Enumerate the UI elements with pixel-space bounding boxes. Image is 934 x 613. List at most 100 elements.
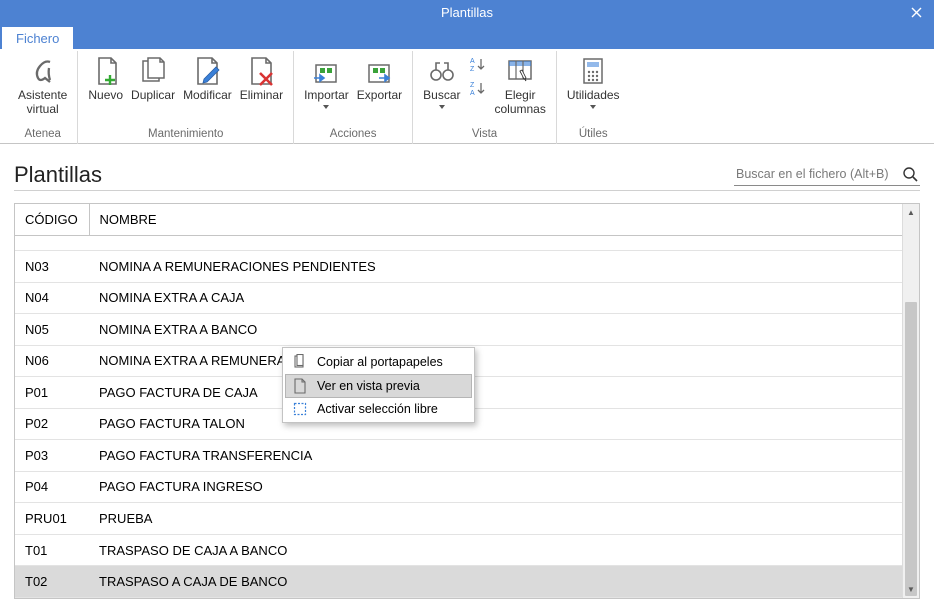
ctx-free-selection[interactable]: Activar selección libre: [285, 398, 472, 420]
cell-codigo: N04: [15, 282, 89, 314]
assistant-label: Asistente virtual: [18, 89, 67, 117]
sort-asc-button[interactable]: A Z: [467, 53, 489, 75]
buscar-button[interactable]: Buscar: [419, 51, 464, 123]
cell-codigo: T01: [15, 534, 89, 566]
ctx-item-label: Activar selección libre: [317, 402, 438, 416]
modificar-button[interactable]: Modificar: [179, 51, 236, 123]
ribbon-group-vista: Buscar A Z Z A: [413, 51, 557, 144]
table-row[interactable]: P03PAGO FACTURA TRANSFERENCIA: [15, 440, 902, 472]
nuevo-button[interactable]: Nuevo: [84, 51, 127, 123]
search-input[interactable]: [734, 166, 894, 182]
cell-codigo: P03: [15, 440, 89, 472]
ribbon-group-utiles: Utilidades Útiles: [557, 51, 630, 144]
cell-codigo: PRU01: [15, 503, 89, 535]
cell-codigo: T02: [15, 566, 89, 598]
table-row[interactable]: T01TRASPASO DE CAJA A BANCO: [15, 534, 902, 566]
scrollbar-thumb[interactable]: [905, 302, 917, 596]
svg-text:A: A: [470, 90, 475, 96]
svg-text:Z: Z: [470, 66, 475, 72]
svg-text:A: A: [470, 58, 475, 65]
duplicate-icon: [138, 53, 168, 89]
calculator-icon: [580, 53, 606, 89]
assistant-button[interactable]: Asistente virtual: [14, 51, 71, 123]
dropdown-icon: [323, 105, 329, 109]
cell-nombre: PAGO FACTURA TRANSFERENCIA: [89, 440, 902, 472]
export-icon: [365, 53, 393, 89]
context-menu: Copiar al portapapeles Ver en vista prev…: [282, 347, 475, 423]
ctx-item-label: Copiar al portapapeles: [317, 355, 443, 369]
table-row[interactable]: N05NOMINA EXTRA A BANCO: [15, 314, 902, 346]
scroll-down-icon: ▼: [903, 581, 919, 598]
cell-codigo: P01: [15, 377, 89, 409]
group-label-atenea: Atenea: [24, 126, 60, 144]
cell-codigo: N03: [15, 251, 89, 283]
table-row[interactable]: N03NOMINA A REMUNERACIONES PENDIENTES: [15, 251, 902, 283]
delete-doc-icon: [246, 53, 276, 89]
svg-text:Z: Z: [470, 82, 475, 89]
cell-nombre: NOMINA EXTRA A BANCO: [89, 314, 902, 346]
importar-button[interactable]: Importar: [300, 51, 353, 123]
utilidades-label: Utilidades: [567, 89, 620, 103]
preview-icon: [291, 378, 309, 394]
ribbon: Asistente virtual Atenea Nuevo: [0, 49, 934, 144]
utilidades-button[interactable]: Utilidades: [563, 51, 624, 123]
cell-codigo: N05: [15, 314, 89, 346]
ctx-preview[interactable]: Ver en vista previa: [285, 374, 472, 398]
duplicar-label: Duplicar: [131, 89, 175, 103]
sort-buttons: A Z Z A: [465, 51, 491, 123]
close-button[interactable]: [898, 0, 934, 24]
title-bar: Plantillas: [0, 0, 934, 24]
alpha-icon: [28, 53, 58, 89]
ribbon-group-acciones: Importar Exportar Acciones: [294, 51, 413, 144]
sort-desc-button[interactable]: Z A: [467, 77, 489, 99]
ctx-copy-clipboard[interactable]: Copiar al portapapeles: [285, 350, 472, 374]
buscar-label: Buscar: [423, 89, 460, 103]
search-icon: [902, 166, 918, 182]
nuevo-label: Nuevo: [88, 89, 123, 103]
sort-asc-icon: A Z: [469, 56, 487, 72]
columns-icon: [506, 53, 534, 89]
table-row[interactable]: T02TRASPASO A CAJA DE BANCO: [15, 566, 902, 598]
table-row[interactable]: N04NOMINA EXTRA A CAJA: [15, 282, 902, 314]
ctx-item-label: Ver en vista previa: [317, 379, 420, 393]
search-box: [734, 164, 920, 186]
cell-nombre: TRASPASO A CAJA DE BANCO: [89, 566, 902, 598]
col-header-codigo[interactable]: CÓDIGO: [15, 204, 89, 236]
scrollbar-vertical[interactable]: ▲ ▼: [902, 204, 919, 598]
duplicar-button[interactable]: Duplicar: [127, 51, 179, 123]
eliminar-button[interactable]: Eliminar: [236, 51, 287, 123]
group-label-utiles: Útiles: [579, 126, 608, 144]
ribbon-group-atenea: Asistente virtual Atenea: [8, 51, 78, 144]
exportar-label: Exportar: [357, 89, 402, 103]
modificar-label: Modificar: [183, 89, 232, 103]
cell-nombre: NOMINA A REMUNERACIONES PENDIENTES: [89, 251, 902, 283]
cell-nombre: NOMINA EXTRA A CAJA: [89, 282, 902, 314]
window-title: Plantillas: [441, 5, 493, 20]
table-row[interactable]: P04PAGO FACTURA INGRESO: [15, 471, 902, 503]
import-icon: [312, 53, 340, 89]
ribbon-group-mantenimiento: Nuevo Duplicar: [78, 51, 294, 144]
ribbon-tabstrip: Fichero: [0, 24, 934, 49]
cell-codigo: P04: [15, 471, 89, 503]
binoculars-icon: [428, 53, 456, 89]
table-row[interactable]: PRU01PRUEBA: [15, 503, 902, 535]
group-label-vista: Vista: [472, 126, 497, 144]
cell-nombre: PRUEBA: [89, 503, 902, 535]
cell-nombre: PAGO FACTURA TALON: [89, 408, 902, 440]
eliminar-label: Eliminar: [240, 89, 283, 103]
elegir-columnas-button[interactable]: Elegir columnas: [491, 51, 550, 123]
col-header-nombre[interactable]: NOMBRE: [89, 204, 902, 236]
group-label-acciones: Acciones: [330, 126, 377, 144]
sort-desc-icon: Z A: [469, 80, 487, 96]
scroll-up-icon: ▲: [903, 204, 919, 221]
search-button[interactable]: [900, 164, 920, 184]
cell-nombre: TRASPASO DE CAJA A BANCO: [89, 534, 902, 566]
group-label-mantenimiento: Mantenimiento: [148, 126, 223, 144]
new-doc-icon: [91, 53, 121, 89]
grid-header-row: CÓDIGO NOMBRE: [15, 204, 902, 236]
page-title: Plantillas: [14, 162, 102, 188]
cell-codigo: N06: [15, 345, 89, 377]
grid-spacer-row: [15, 236, 902, 251]
exportar-button[interactable]: Exportar: [353, 51, 406, 123]
tab-fichero[interactable]: Fichero: [2, 27, 73, 50]
